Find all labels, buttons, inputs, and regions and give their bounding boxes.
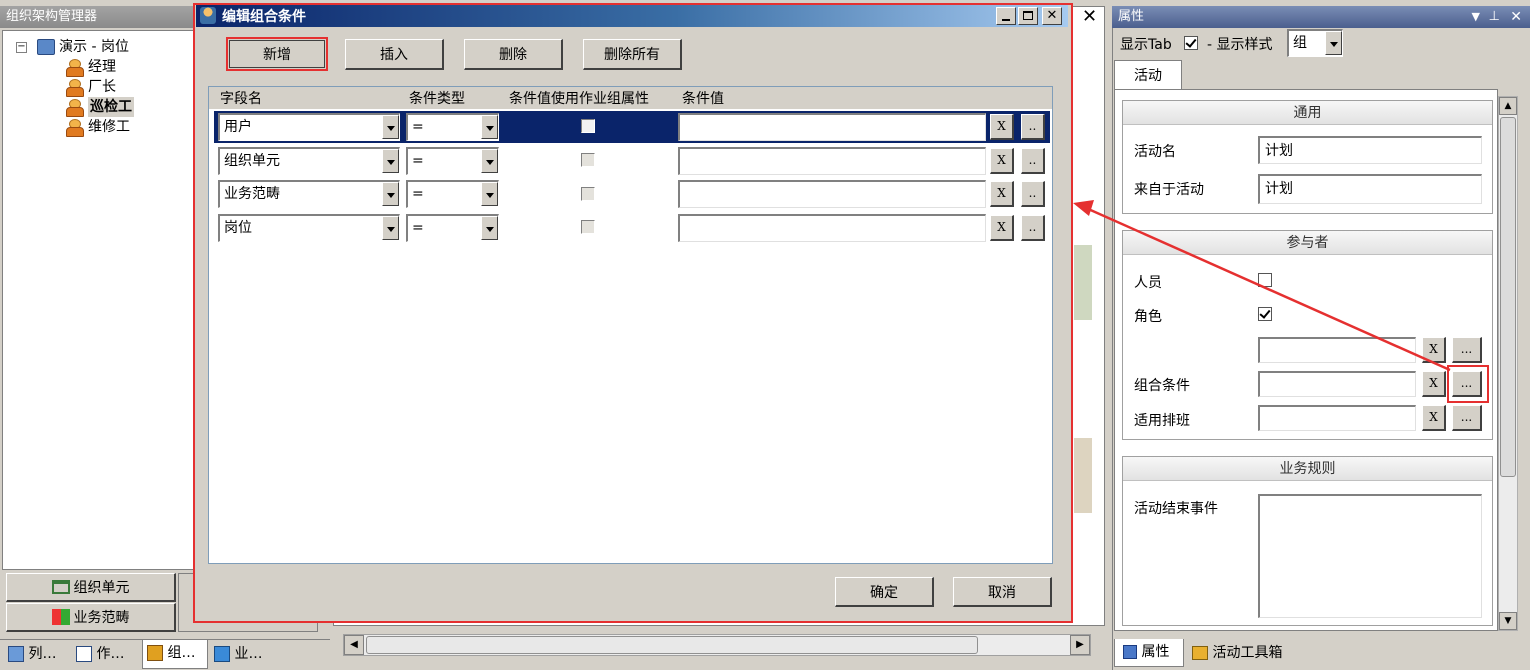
annotation-arrow [1073, 200, 1451, 372]
annotation-arrow-line [1085, 206, 1451, 372]
annotation-arrowhead [1073, 200, 1094, 216]
